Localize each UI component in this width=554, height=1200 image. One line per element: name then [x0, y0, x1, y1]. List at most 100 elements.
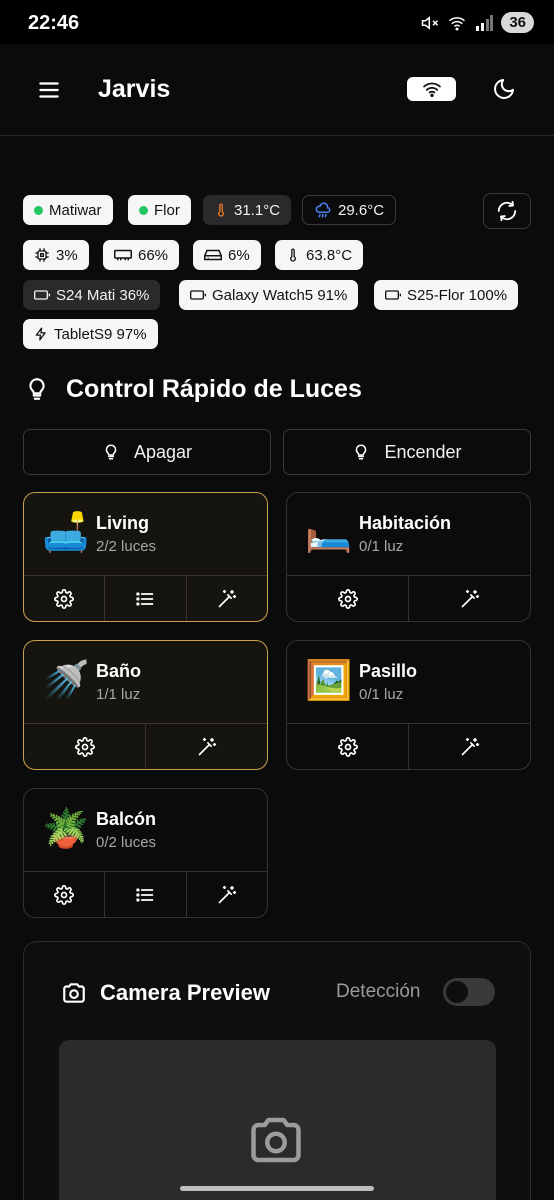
- chip-label: TabletS9 97%: [54, 325, 147, 343]
- cpu-icon: [35, 248, 49, 262]
- lights-section-title: Control Rápido de Luces: [24, 374, 362, 404]
- detection-toggle[interactable]: [443, 978, 495, 1006]
- room-light-count: 0/2 luces: [96, 834, 157, 851]
- gear-icon: [54, 884, 75, 905]
- chip-label: 63.8°C: [306, 246, 353, 264]
- room-light-count: 0/1 luz: [359, 538, 404, 555]
- room-card-habitacion[interactable]: 🛏️ Habitación 0/1 luz: [286, 492, 531, 622]
- moon-icon: [494, 79, 514, 99]
- camera-placeholder-icon: [251, 1117, 301, 1163]
- presence-chip-flor: Flor: [128, 195, 191, 225]
- room-scenes-button[interactable]: [408, 724, 530, 769]
- menu-button[interactable]: [36, 77, 62, 103]
- online-dot: [139, 205, 148, 215]
- camera-title: Camera Preview: [60, 980, 270, 1006]
- chip-label: 31.1°C: [234, 201, 281, 219]
- gear-icon: [337, 588, 358, 609]
- wifi-status-icon: [449, 16, 466, 30]
- potted-plant-icon: 🪴: [42, 808, 90, 850]
- room-card-bano[interactable]: 🚿 Baño 1/1 luz: [23, 640, 268, 770]
- refresh-button[interactable]: [483, 193, 531, 229]
- room-light-count: 0/1 luz: [359, 686, 404, 703]
- magic-wand-icon: [461, 737, 479, 755]
- magic-wand-icon: [218, 589, 236, 607]
- list-icon: [136, 887, 154, 902]
- magic-wand-icon: [218, 885, 236, 903]
- app-bar: Jarvis: [0, 44, 554, 136]
- gesture-nav-bar: [180, 1186, 374, 1191]
- gear-icon: [54, 588, 75, 609]
- room-name: Pasillo: [359, 661, 418, 681]
- device-chip-s25: S25-Flor 100%: [374, 280, 519, 310]
- room-settings-button[interactable]: [287, 724, 408, 769]
- room-lights-list-button[interactable]: [104, 872, 185, 917]
- battery-badge: 36: [501, 12, 534, 33]
- status-time: 22:46: [28, 12, 80, 34]
- camera-preview-card: Camera Preview Detección: [23, 941, 531, 1200]
- gear-icon: [337, 736, 358, 757]
- camera-heading: Camera Preview: [100, 980, 270, 1005]
- device-chip-watch: Galaxy Watch5 91%: [179, 280, 359, 310]
- device-chip-tablet: TabletS9 97%: [23, 319, 158, 349]
- app-title: Jarvis: [98, 75, 171, 103]
- room-card-balcon[interactable]: 🪴 Balcón 0/2 luces: [23, 788, 268, 918]
- magic-wand-icon: [198, 737, 216, 755]
- framed-picture-icon: 🖼️: [305, 660, 353, 702]
- room-name: Balcón: [96, 809, 157, 829]
- chip-label: S24 Mati 36%: [56, 286, 150, 304]
- chip-label: 29.6°C: [338, 201, 385, 219]
- status-icons: 36: [421, 12, 534, 33]
- section-heading: Control Rápido de Luces: [66, 374, 362, 403]
- chip-label: 3%: [56, 246, 78, 264]
- room-settings-button[interactable]: [24, 872, 104, 917]
- chip-label: Flor: [154, 201, 180, 219]
- room-light-count: 1/1 luz: [96, 686, 141, 703]
- charging-bolt-icon: [35, 327, 46, 341]
- room-scenes-button[interactable]: [408, 576, 530, 621]
- camera-icon: [63, 983, 85, 1003]
- room-settings-button[interactable]: [24, 724, 145, 769]
- room-scenes-button[interactable]: [185, 576, 267, 621]
- battery-icon: [190, 290, 206, 300]
- room-lights-list-button[interactable]: [104, 576, 185, 621]
- room-scenes-button[interactable]: [185, 872, 267, 917]
- lightbulb-icon: [105, 444, 117, 460]
- all-on-button[interactable]: Encender: [283, 429, 531, 475]
- signal-icon: [476, 14, 494, 31]
- wifi-icon: [422, 82, 441, 97]
- room-scenes-button[interactable]: [145, 724, 267, 769]
- wifi-button[interactable]: [407, 77, 456, 101]
- chip-label: 66%: [138, 246, 169, 264]
- gear-icon: [74, 736, 95, 757]
- room-card-pasillo[interactable]: 🖼️ Pasillo 0/1 luz: [286, 640, 531, 770]
- camera-feed[interactable]: [59, 1040, 496, 1200]
- bed-icon: 🛏️: [305, 512, 353, 554]
- button-label: Apagar: [133, 441, 193, 462]
- battery-icon: [34, 290, 50, 300]
- hard-drive-icon: [204, 249, 222, 261]
- lightbulb-icon: [29, 378, 45, 400]
- status-bar: 22:46 36: [0, 0, 554, 44]
- cpu-temp-chip: 63.8°C: [275, 240, 364, 270]
- chip-label: Galaxy Watch5 91%: [212, 286, 348, 304]
- disk-chip: 6%: [193, 240, 261, 270]
- theme-toggle-button[interactable]: [492, 77, 518, 103]
- room-name: Baño: [96, 661, 141, 681]
- ram-chip: 66%: [103, 240, 180, 270]
- outdoor-weather-chip: 29.6°C: [302, 195, 397, 225]
- room-settings-button[interactable]: [287, 576, 408, 621]
- shower-icon: 🚿: [42, 660, 90, 702]
- room-settings-button[interactable]: [24, 576, 104, 621]
- room-card-living[interactable]: 🛋️ Living 2/2 luces: [23, 492, 268, 622]
- thermometer-icon: [290, 248, 296, 262]
- all-off-button[interactable]: Apagar: [23, 429, 271, 475]
- refresh-icon: [497, 200, 517, 222]
- memory-icon: [114, 249, 132, 261]
- list-icon: [136, 591, 154, 606]
- room-light-count: 2/2 luces: [96, 538, 157, 555]
- chip-label: Matiwar: [49, 201, 102, 219]
- mute-icon: [422, 15, 439, 30]
- couch-icon: 🛋️: [42, 512, 90, 554]
- online-dot: [34, 205, 43, 215]
- chip-label: 6%: [228, 246, 250, 264]
